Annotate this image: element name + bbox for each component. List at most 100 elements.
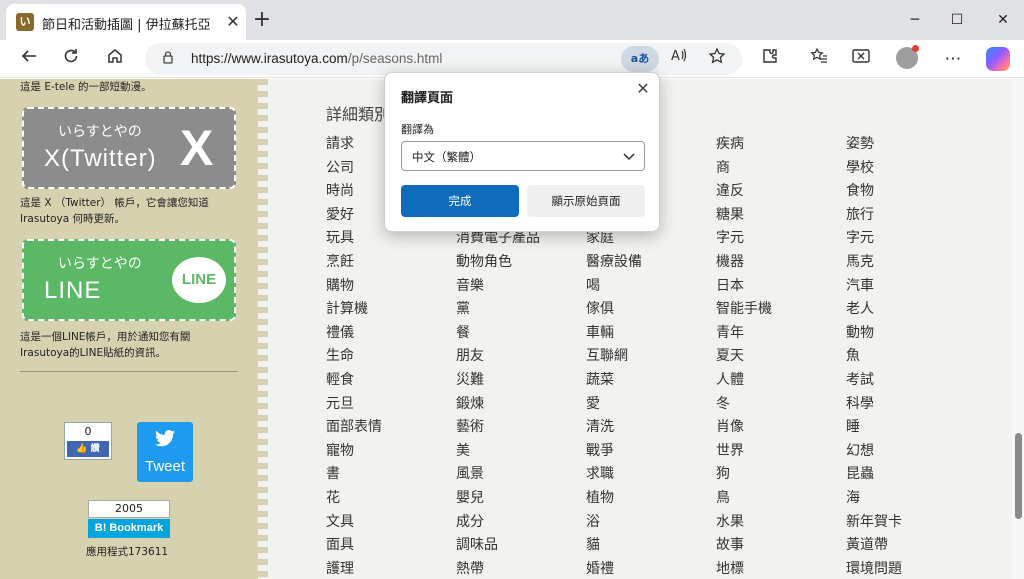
category-link[interactable]: 日本 [716,275,846,299]
new-tab-button[interactable]: + [250,8,274,32]
category-link[interactable]: 餐 [456,322,586,346]
read-aloud-icon[interactable]: A [667,47,691,71]
category-link[interactable]: 夏天 [716,345,846,369]
category-link[interactable]: 朋友 [456,345,586,369]
category-link[interactable]: 清洗 [586,416,716,440]
category-link[interactable]: 馬克 [846,251,976,275]
x-twitter-banner[interactable]: いらすとやの X(Twitter) X [22,107,236,189]
category-link[interactable]: 黃道帶 [846,534,976,558]
category-link[interactable]: 書 [326,463,456,487]
category-link[interactable]: 災難 [456,369,586,393]
category-link[interactable]: 魚 [846,345,976,369]
category-link[interactable]: 環境問題 [846,558,976,579]
refresh-icon[interactable] [58,47,84,71]
category-link[interactable]: 字元 [846,227,976,251]
category-link[interactable]: 睡 [846,416,976,440]
url-text[interactable]: https://www.irasutoya.com/p/seasons.html [191,51,442,66]
category-link[interactable]: 音樂 [456,275,586,299]
category-link[interactable]: 烹飪 [326,251,456,275]
category-link[interactable]: 青年 [716,322,846,346]
screenshot-icon[interactable] [848,47,874,71]
maximize-button[interactable]: ☐ [942,6,972,34]
extensions-icon[interactable] [757,47,783,71]
close-icon[interactable]: ✕ [633,79,653,99]
category-link[interactable]: 科學 [846,393,976,417]
category-link[interactable]: 冬 [716,393,846,417]
category-link[interactable]: 糖果 [716,204,846,228]
category-link[interactable]: 戰爭 [586,440,716,464]
category-link[interactable]: 調味品 [456,534,586,558]
category-link[interactable]: 海 [846,487,976,511]
show-original-button[interactable]: 顯示原始頁面 [527,185,645,217]
category-link[interactable]: 婚禮 [586,558,716,579]
category-link[interactable]: 新年賀卡 [846,511,976,535]
minimize-button[interactable]: ─ [900,6,930,34]
category-link[interactable]: 傢俱 [586,298,716,322]
hatena-bookmark-button[interactable]: B! Bookmark [88,519,170,538]
category-link[interactable]: 動物 [846,322,976,346]
hatena-bookmark-widget[interactable]: 2005 B! Bookmark [88,500,170,538]
category-link[interactable]: 植物 [586,487,716,511]
category-link[interactable]: 昆蟲 [846,463,976,487]
category-link[interactable]: 姿勢 [846,133,976,157]
category-link[interactable]: 字元 [716,227,846,251]
category-link[interactable]: 人體 [716,369,846,393]
copilot-icon[interactable] [986,47,1010,71]
category-link[interactable]: 肖像 [716,416,846,440]
favorites-icon[interactable] [806,47,832,71]
category-link[interactable]: 商 [716,157,846,181]
category-link[interactable]: 生命 [326,345,456,369]
category-link[interactable]: 花 [326,487,456,511]
category-link[interactable]: 愛 [586,393,716,417]
category-link[interactable]: 美 [456,440,586,464]
translate-icon[interactable]: aあ [621,46,659,72]
back-icon[interactable] [16,47,42,71]
category-link[interactable]: 幻想 [846,440,976,464]
category-link[interactable]: 車輛 [586,322,716,346]
category-link[interactable]: 互聯網 [586,345,716,369]
category-link[interactable]: 黨 [456,298,586,322]
category-link[interactable]: 機器 [716,251,846,275]
lock-icon[interactable] [159,50,177,68]
category-link[interactable]: 違反 [716,180,846,204]
category-link[interactable]: 狗 [716,463,846,487]
category-link[interactable]: 學校 [846,157,976,181]
category-link[interactable]: 求職 [586,463,716,487]
language-select[interactable]: 中文（繁體） [401,141,645,171]
category-link[interactable]: 蔬菜 [586,369,716,393]
facebook-like-widget[interactable]: 0 👍 讚 [64,422,112,460]
category-link[interactable]: 世界 [716,440,846,464]
page-scrollbar[interactable] [1012,79,1024,579]
category-link[interactable]: 醫療設備 [586,251,716,275]
tweet-button[interactable]: Tweet [137,422,193,482]
category-link[interactable]: 食物 [846,180,976,204]
category-link[interactable]: 鍛煉 [456,393,586,417]
category-link[interactable]: 風景 [456,463,586,487]
category-link[interactable]: 故事 [716,534,846,558]
browser-tab[interactable]: い 節日和活動插圖 | 伊拉蘇托亞 ✕ [6,4,246,40]
category-link[interactable]: 成分 [456,511,586,535]
category-link[interactable]: 嬰兒 [456,487,586,511]
category-link[interactable]: 水果 [716,511,846,535]
category-link[interactable]: 旅行 [846,204,976,228]
category-link[interactable]: 計算機 [326,298,456,322]
category-link[interactable]: 護理 [326,558,456,579]
category-link[interactable]: 地標 [716,558,846,579]
category-link[interactable]: 智能手機 [716,298,846,322]
category-link[interactable]: 喝 [586,275,716,299]
line-banner[interactable]: いらすとやの LINE LINE [22,239,236,321]
category-link[interactable]: 禮儀 [326,322,456,346]
category-link[interactable]: 汽車 [846,275,976,299]
category-link[interactable]: 面部表情 [326,416,456,440]
category-link[interactable]: 文具 [326,511,456,535]
tab-close-icon[interactable]: ✕ [222,11,244,33]
category-link[interactable]: 疾病 [716,133,846,157]
category-link[interactable]: 元旦 [326,393,456,417]
address-bar[interactable]: https://www.irasutoya.com/p/seasons.html… [145,43,742,75]
category-link[interactable]: 動物角色 [456,251,586,275]
category-link[interactable]: 鳥 [716,487,846,511]
category-link[interactable]: 浴 [586,511,716,535]
facebook-like-button[interactable]: 👍 讚 [67,441,109,457]
scrollbar-thumb[interactable] [1015,433,1022,519]
category-link[interactable]: 輕食 [326,369,456,393]
